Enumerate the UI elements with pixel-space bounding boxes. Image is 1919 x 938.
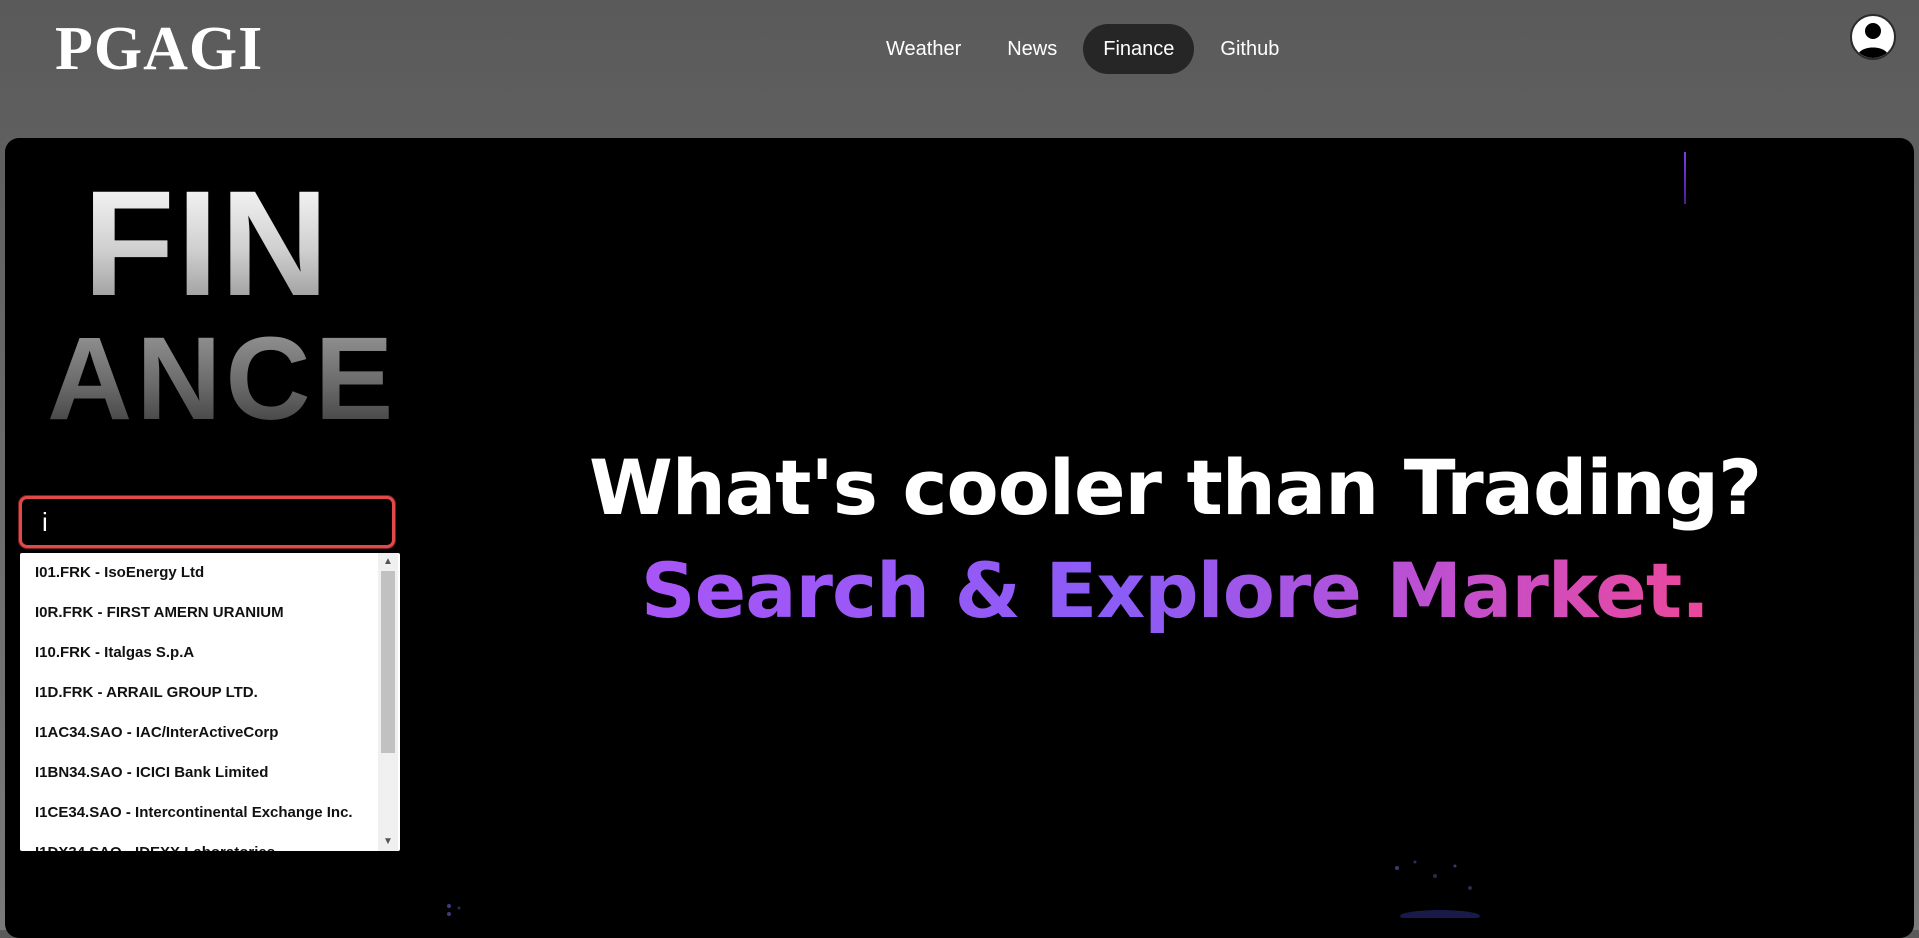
finance-title-top: FIN — [83, 159, 331, 327]
search-suggestions-dropdown: I01.FRK - IsoEnergy Ltd I0R.FRK - FIRST … — [20, 553, 400, 851]
decorative-line — [1684, 152, 1686, 204]
suggestion-item[interactable]: I01.FRK - IsoEnergy Ltd — [20, 553, 378, 593]
nav-github[interactable]: Github — [1200, 24, 1299, 74]
scroll-down-icon[interactable]: ▼ — [378, 833, 398, 851]
suggestion-item[interactable]: I10.FRK - Italgas S.p.A — [20, 633, 378, 673]
nav-finance[interactable]: Finance — [1083, 24, 1195, 74]
top-bar: PGAGI Weather News Finance Github — [0, 0, 1919, 138]
nav-weather[interactable]: Weather — [866, 24, 981, 74]
suggestion-item[interactable]: I0R.FRK - FIRST AMERN URANIUM — [20, 593, 378, 633]
suggestions-list: I01.FRK - IsoEnergy Ltd I0R.FRK - FIRST … — [20, 553, 378, 851]
suggestion-item[interactable]: I1D.FRK - ARRAIL GROUP LTD. — [20, 673, 378, 713]
dropdown-scrollbar[interactable]: ▲ ▼ — [378, 553, 398, 851]
scroll-up-icon[interactable]: ▲ — [378, 553, 398, 571]
suggestion-item[interactable]: I1CE34.SAO - Intercontinental Exchange I… — [20, 793, 378, 833]
user-avatar-icon[interactable] — [1850, 14, 1896, 60]
suggestion-item[interactable]: I1BN34.SAO - ICICI Bank Limited — [20, 753, 378, 793]
decorative-particles — [1395, 860, 1480, 918]
suggestion-item[interactable]: I1DX34.SAO - IDEXX Laboratories — [20, 833, 378, 851]
person-silhouette-icon — [1857, 23, 1889, 58]
hero-subline-text: Search & Explore Market. — [640, 546, 1710, 635]
logo[interactable]: PGAGI — [55, 14, 263, 85]
decorative-dots — [447, 904, 461, 916]
stock-search-input[interactable] — [19, 496, 395, 548]
suggestion-item[interactable]: I1AC34.SAO - IAC/InterActiveCorp — [20, 713, 378, 753]
finance-title-bottom: ANCE — [47, 313, 398, 445]
finance-panel: FIN ANCE I01.FRK - IsoEnergy Ltd I0R.FRK… — [5, 138, 1914, 938]
main-nav: Weather News Finance Github — [866, 24, 1299, 74]
scroll-thumb[interactable] — [381, 571, 395, 753]
hero-headline: What's cooler than Trading? — [588, 443, 1762, 532]
hero-subline: Search & Explore Market. — [485, 541, 1865, 641]
nav-news[interactable]: News — [987, 24, 1077, 74]
